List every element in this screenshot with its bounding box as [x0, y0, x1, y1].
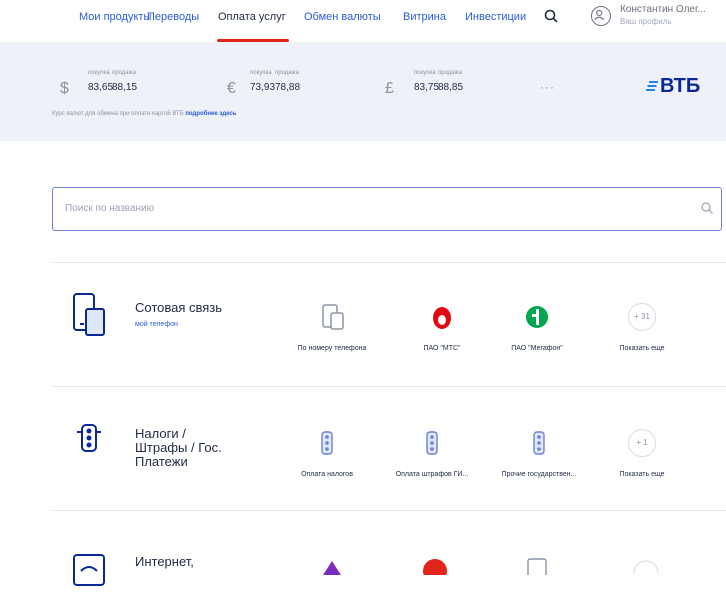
gbp-sell-label: продажа	[438, 70, 462, 76]
eur-sell-rate: 78,88	[275, 82, 301, 93]
tile-show-more[interactable]: + 1 Показать еще	[592, 429, 692, 478]
user-subtitle: Ваш профиль	[620, 17, 672, 26]
top-navigation: Мои продукты Переводы Оплата услуг Обмен…	[0, 0, 726, 42]
mts-icon	[433, 307, 451, 329]
tile-label: Прочие государствен...	[501, 471, 577, 478]
usd-sell-label: продажа	[112, 70, 136, 76]
nav-my-products[interactable]: Мои продукты	[79, 11, 151, 23]
tile-label: По номеру телефона	[297, 345, 367, 352]
gbp-sell-rate: 88,85	[438, 82, 464, 93]
category-mobile: Сотовая связь мой телефон По номеру теле…	[52, 262, 726, 387]
nav-investments[interactable]: Инвестиции	[465, 11, 526, 23]
category-taxes: Налоги / Штрафы / Гос. Платежи Оплата на…	[52, 386, 726, 511]
tile-label: Показать еще	[619, 345, 665, 352]
traffic-light-icon	[321, 431, 333, 455]
tile-label: Показать еще	[619, 471, 665, 478]
provider-icon[interactable]	[323, 561, 341, 575]
usd-buy-label: покупка	[88, 70, 110, 76]
traffic-light-icon	[426, 431, 438, 455]
vtb-logo: ВТБ	[660, 75, 701, 97]
nav-currency-exchange[interactable]: Обмен валюты	[304, 11, 381, 23]
user-icon	[594, 9, 605, 21]
provider-icon[interactable]	[422, 557, 448, 575]
phone-icon	[73, 293, 105, 336]
phone-number-icon	[322, 304, 344, 330]
tile-label: ПАО "МТС"	[423, 345, 461, 352]
phone-number-icon[interactable]	[526, 557, 548, 575]
category-title-line: Платежи	[135, 454, 188, 469]
more-icon[interactable]	[633, 559, 659, 573]
rates-note: Курс валют для обмена при оплате картой …	[52, 111, 236, 117]
tile-label: Оплата налогов	[301, 471, 353, 478]
exchange-rates-banner: $ покупка продажа 83,65 88,15 € покупка …	[0, 42, 726, 141]
category-title[interactable]: Сотовая связь	[135, 301, 222, 315]
category-subtitle[interactable]: мой телефон	[135, 321, 178, 328]
dollar-icon: $	[60, 80, 69, 97]
category-title[interactable]: Налоги / Штрафы / Гос. Платежи	[135, 427, 222, 469]
search-icon[interactable]	[544, 9, 558, 23]
traffic-light-icon	[77, 424, 101, 452]
search-input[interactable]: Поиск по названию	[52, 187, 722, 231]
search-placeholder: Поиск по названию	[65, 203, 155, 214]
search-icon[interactable]	[700, 201, 714, 215]
tile-megafon[interactable]: ПАО "Мегафон"	[487, 303, 587, 352]
vtb-logo-icon	[646, 81, 658, 91]
euro-icon: €	[227, 80, 236, 97]
category-title-line: Штрафы / Гос.	[135, 440, 222, 455]
nav-transfers[interactable]: Переводы	[147, 11, 199, 23]
category-title[interactable]: Интернет,	[135, 555, 194, 569]
tile-other-government[interactable]: Прочие государствен...	[489, 429, 589, 478]
tile-label: Оплата штрафов ГИ...	[395, 471, 469, 478]
usd-sell-rate: 88,15	[112, 82, 138, 93]
tile-pay-taxes[interactable]: Оплата налогов	[277, 429, 377, 478]
pound-icon: £	[385, 80, 394, 97]
wifi-icon	[73, 554, 105, 586]
avatar[interactable]	[591, 6, 611, 26]
more-count-badge: + 1	[628, 429, 656, 457]
more-count-badge: + 31	[628, 303, 656, 331]
category-title-line: Налоги /	[135, 426, 186, 441]
eur-sell-label: продажа	[275, 70, 299, 76]
category-internet: Интернет,	[52, 510, 726, 586]
nav-showcase[interactable]: Витрина	[403, 11, 446, 23]
gbp-buy-label: покупка	[414, 70, 436, 76]
eur-buy-label: покупка	[250, 70, 272, 76]
rates-note-link[interactable]: подробнее здесь	[185, 111, 236, 117]
tile-mts[interactable]: ПАО "МТС"	[392, 303, 492, 352]
tile-show-more[interactable]: + 31 Показать еще	[592, 303, 692, 352]
tile-pay-fines[interactable]: Оплата штрафов ГИ...	[382, 429, 482, 478]
nav-payments[interactable]: Оплата услуг	[218, 11, 286, 23]
traffic-light-icon	[533, 431, 545, 455]
tile-by-phone-number[interactable]: По номеру телефона	[282, 303, 382, 352]
megafon-icon	[526, 306, 548, 328]
rates-note-text: Курс валют для обмена при оплате картой …	[52, 111, 184, 117]
gbp-buy-rate: 83,75	[414, 82, 440, 93]
user-name[interactable]: Константин Олег...	[620, 4, 706, 15]
tile-label: ПАО "Мегафон"	[511, 345, 563, 352]
eur-buy-rate: 73,93	[250, 82, 276, 93]
more-rates-button[interactable]: ···	[540, 80, 555, 94]
usd-buy-rate: 83,65	[88, 82, 114, 93]
